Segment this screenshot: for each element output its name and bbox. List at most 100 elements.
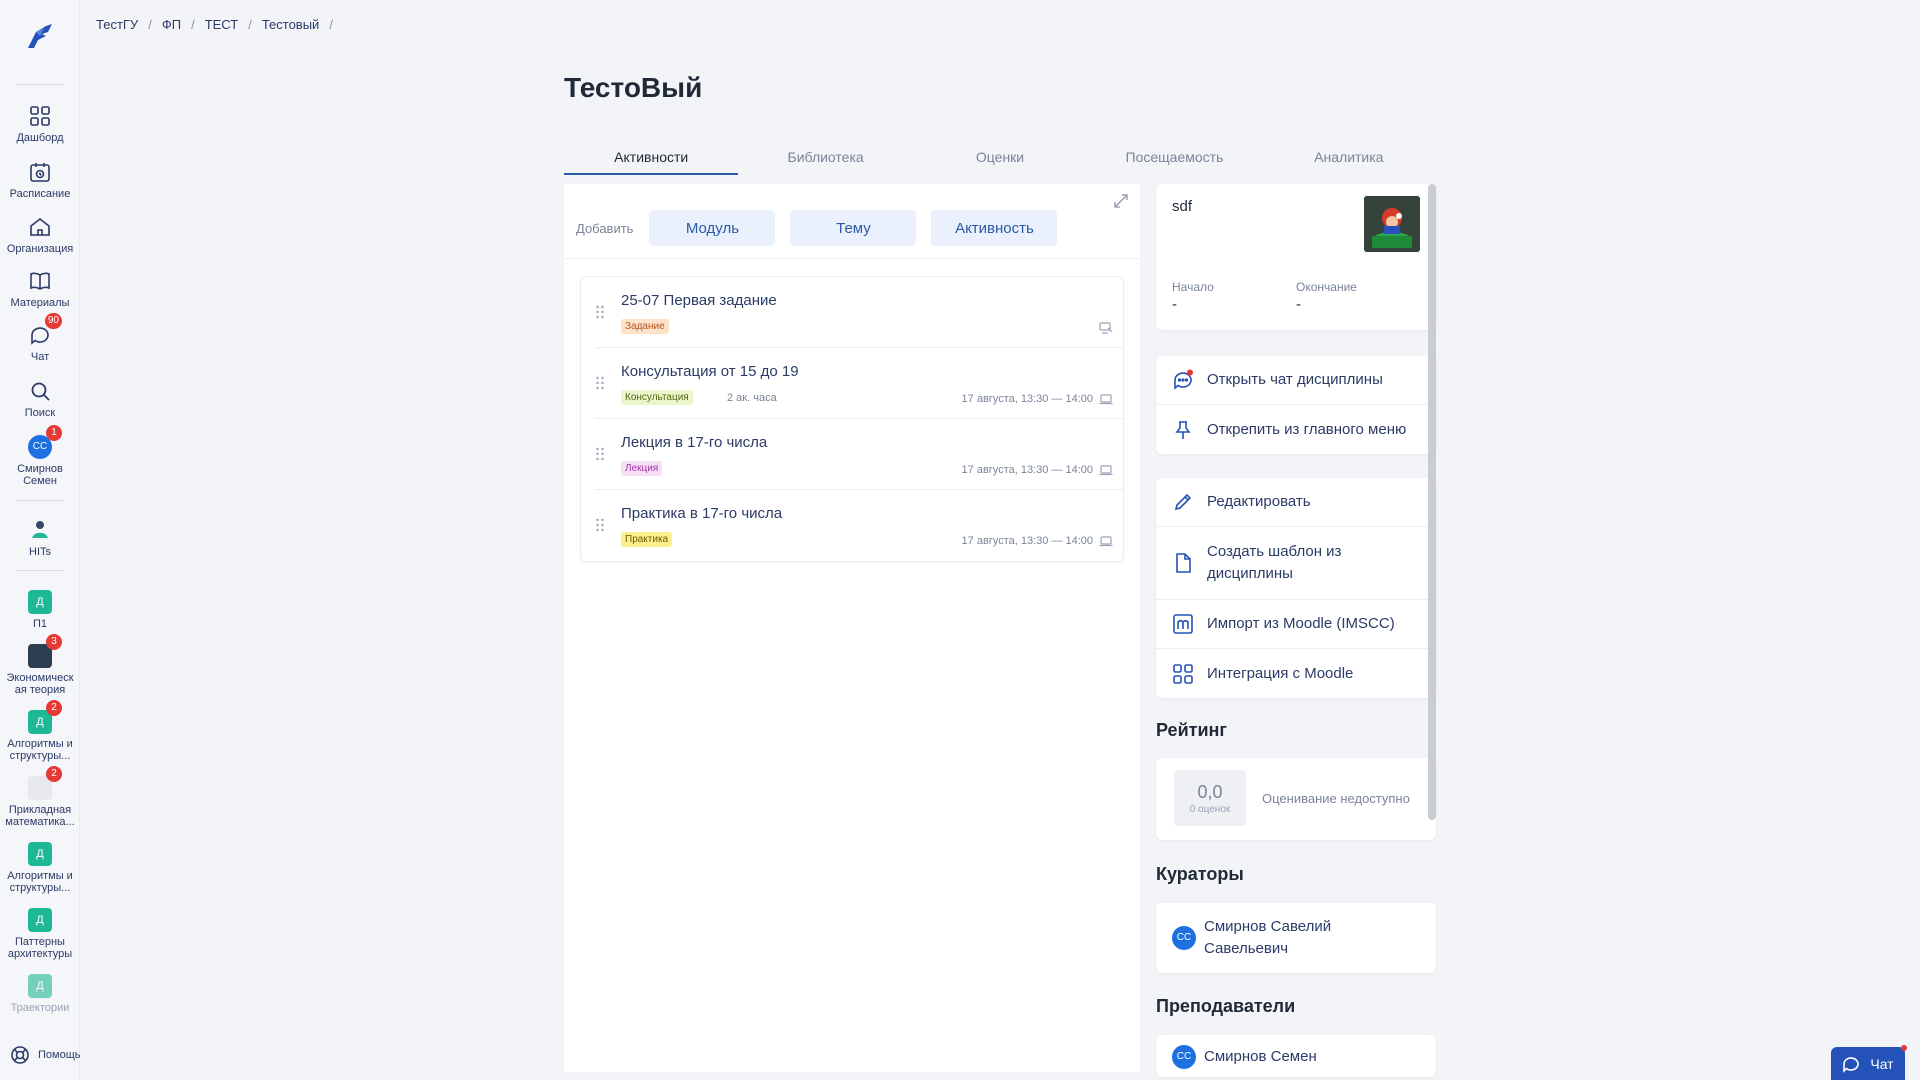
- course-square-icon: Д: [28, 590, 52, 614]
- list-item[interactable]: Лекция в 17-го числа Лекция 17 августа, …: [595, 419, 1123, 490]
- list-item[interactable]: Практика в 17-го числа Практика 17 авгус…: [595, 490, 1123, 561]
- course-thumbnail-image: [1364, 196, 1420, 252]
- sidebar-course-patterns[interactable]: Д Паттерны архитектуры: [0, 908, 80, 960]
- rating-value: 0,0: [1197, 782, 1223, 802]
- rating-score: 0,0 0 оценок: [1174, 770, 1246, 826]
- open-chat-button[interactable]: Открыть чат дисциплины: [1156, 356, 1436, 405]
- activity-title[interactable]: Лекция в 17-го числа: [621, 434, 767, 451]
- sidebar-item-chat[interactable]: 90 Чат: [0, 313, 80, 363]
- activity-date: 17 августа, 13:30 — 14:00: [961, 464, 1093, 476]
- breadcrumb-item[interactable]: Тестовый: [262, 17, 320, 32]
- sidebar-item-label: Материалы: [10, 297, 70, 309]
- help-label: Помощь: [38, 1049, 81, 1061]
- unpin-button[interactable]: Открепить из главного меню: [1156, 405, 1436, 454]
- sidebar-item-search[interactable]: Поиск: [0, 379, 80, 419]
- activity-title[interactable]: 25-07 Первая задание: [621, 292, 777, 309]
- sidebar-item-dashboard[interactable]: Дашборд: [0, 104, 80, 144]
- course-card-title: sdf: [1172, 198, 1193, 215]
- sidebar-course-economics[interactable]: 3 Экономическ ая теория: [0, 634, 80, 696]
- tab-analytics[interactable]: Аналитика: [1262, 147, 1436, 175]
- add-topic-button[interactable]: Тему: [790, 210, 917, 246]
- logo-icon[interactable]: [22, 18, 58, 54]
- teacher-item[interactable]: СС Смирнов Семен: [1156, 1035, 1436, 1069]
- sidebar-item-hits[interactable]: HITs: [0, 518, 80, 558]
- course-square-icon: Д2: [28, 700, 62, 734]
- breadcrumb-item[interactable]: ТестГУ: [96, 17, 138, 32]
- course-badge: 3: [46, 634, 62, 650]
- breadcrumb-item[interactable]: ТЕСТ: [205, 17, 239, 32]
- course-square-icon: Д: [28, 974, 52, 998]
- laptop-icon: [1099, 465, 1113, 476]
- laptop-icon: [1099, 394, 1113, 405]
- sidebar-item-materials[interactable]: Материалы: [0, 269, 80, 309]
- sidebar-course-label: Прикладная математика...: [5, 804, 75, 828]
- curator-item[interactable]: СС Смирнов Савелий Савельевич: [1156, 903, 1436, 960]
- tab-bar: Активности Библиотека Оценки Посещаемост…: [564, 147, 1436, 175]
- sidebar-item-organization[interactable]: Организация: [0, 215, 80, 255]
- tab-grades[interactable]: Оценки: [913, 147, 1087, 175]
- rating-count: 0 оценок: [1189, 804, 1231, 815]
- activity-title[interactable]: Консультация от 15 до 19: [621, 363, 799, 380]
- start-value: -: [1172, 296, 1177, 313]
- tab-library[interactable]: Библиотека: [738, 147, 912, 175]
- lifebuoy-icon: [11, 1046, 29, 1064]
- course-info-card: sdf Начало - Окончание -: [1156, 184, 1436, 330]
- activity-tag: Консультация: [621, 390, 693, 405]
- help-button[interactable]: Помощь: [10, 1045, 81, 1065]
- sidebar-course-applied-math[interactable]: 2 Прикладная математика...: [0, 766, 80, 828]
- add-module-button[interactable]: Модуль: [649, 210, 776, 246]
- drag-handle-icon[interactable]: [595, 518, 605, 532]
- sidebar-item-label: Расписание: [9, 188, 71, 200]
- avatar: СС 1: [28, 425, 62, 459]
- sidebar-course-algorithms-2[interactable]: Д Алгоритмы и структуры...: [0, 842, 80, 894]
- sidebar-course-label: Алгоритмы и структуры...: [7, 870, 73, 894]
- create-template-button[interactable]: Создать шаблон из дисциплины: [1156, 527, 1436, 600]
- sidebar-course-trajectories[interactable]: Д Траектории: [0, 974, 80, 1014]
- sidebar-item-profile[interactable]: СС 1 Смирнов Семен: [0, 425, 80, 487]
- sidebar-item-schedule[interactable]: Расписание: [0, 160, 80, 200]
- drag-handle-icon[interactable]: [595, 376, 605, 390]
- add-toolbar: Добавить Модуль Тему Активность: [576, 210, 1072, 246]
- list-item[interactable]: 25-07 Первая задание Задание: [595, 277, 1123, 348]
- breadcrumb-separator: /: [248, 17, 252, 32]
- profile-badge: 1: [46, 425, 62, 441]
- import-moodle-button[interactable]: Импорт из Moodle (IMSCC): [1156, 600, 1436, 649]
- tab-attendance[interactable]: Посещаемость: [1087, 147, 1261, 175]
- tab-activities[interactable]: Активности: [564, 147, 739, 175]
- list-item[interactable]: Консультация от 15 до 19 Консультация 2 …: [595, 348, 1123, 419]
- activity-title[interactable]: Практика в 17-го числа: [621, 505, 782, 522]
- chat-icon: [1174, 369, 1193, 390]
- menu-item-label: Импорт из Moodle (IMSCC): [1207, 615, 1395, 632]
- activity-tag: Задание: [621, 319, 669, 334]
- chat-badge: 90: [44, 313, 62, 329]
- course-thumbnail[interactable]: [1364, 196, 1420, 252]
- drag-handle-icon[interactable]: [595, 305, 605, 319]
- search-icon: [31, 382, 50, 401]
- add-activity-button[interactable]: Активность: [931, 210, 1058, 246]
- activity-tag: Практика: [621, 532, 673, 547]
- add-label: Добавить: [576, 220, 634, 236]
- start-label: Начало: [1172, 280, 1214, 294]
- course-square-icon: Д: [28, 842, 52, 866]
- moodle-integration-button[interactable]: Интеграция с Moodle: [1156, 649, 1436, 698]
- chat-widget-button[interactable]: Чат: [1831, 1045, 1907, 1080]
- expand-icon[interactable]: [1112, 192, 1130, 210]
- moodle-icon: [1173, 614, 1193, 634]
- drag-handle-icon[interactable]: [595, 447, 605, 461]
- sidebar-item-label: HITs: [29, 546, 51, 558]
- sidebar-course-p1[interactable]: Д П1: [0, 590, 80, 630]
- sidebar-item-label: Поиск: [24, 407, 56, 419]
- sidebar-course-algorithms[interactable]: Д2 Алгоритмы и структуры...: [0, 700, 80, 762]
- breadcrumb-item[interactable]: ФП: [162, 17, 181, 32]
- edit-button[interactable]: Редактировать: [1156, 478, 1436, 527]
- right-column-scrollbar[interactable]: [1428, 184, 1436, 820]
- course-actions-card: Открыть чат дисциплины Открепить из глав…: [1156, 356, 1436, 454]
- laptop-icon: [1099, 536, 1113, 547]
- menu-item-label: Создать шаблон из дисциплины: [1207, 543, 1342, 582]
- document-icon: [1176, 553, 1191, 573]
- avatar: СС: [1172, 1045, 1196, 1069]
- activity-tag: Лекция: [621, 461, 663, 476]
- menu-item-label: Открыть чат дисциплины: [1207, 371, 1383, 388]
- course-square-icon: Д: [28, 908, 52, 932]
- teachers-card: СС Смирнов Семен: [1156, 1035, 1436, 1077]
